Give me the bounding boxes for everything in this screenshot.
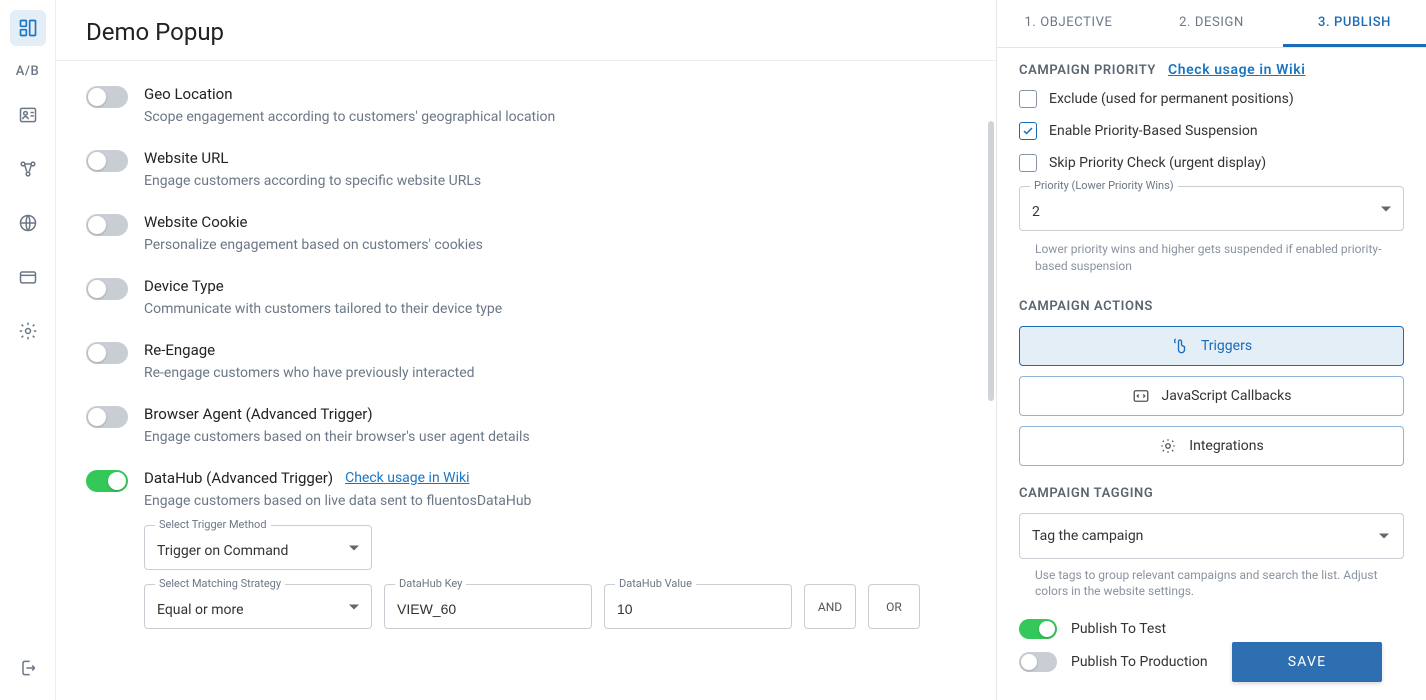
trigger-label: Website Cookie	[144, 213, 966, 231]
checkbox-icon	[1019, 154, 1037, 172]
save-button[interactable]: SAVE	[1232, 642, 1382, 682]
user-card-icon[interactable]	[10, 97, 46, 133]
trigger-label: DataHub (Advanced Trigger)Check usage in…	[144, 469, 966, 487]
publish-prod-toggle[interactable]	[1019, 652, 1057, 672]
trigger-row: Geo Location Scope engagement according t…	[86, 61, 966, 125]
tap-icon	[1171, 337, 1189, 355]
gear-icon	[1159, 437, 1177, 455]
trigger-row: Re-Engage Re-engage customers who have pr…	[86, 317, 966, 381]
datahub-key-input[interactable]: DataHub Key	[384, 584, 592, 629]
globe-icon[interactable]	[10, 205, 46, 241]
trigger-toggle[interactable]	[86, 150, 128, 172]
trigger-desc: Personalize engagement based on customer…	[144, 237, 966, 253]
chevron-down-icon	[349, 545, 359, 550]
automation-icon[interactable]	[10, 151, 46, 187]
tagging-heading: CAMPAIGN TAGGING	[1019, 486, 1404, 501]
trigger-toggle[interactable]	[86, 342, 128, 364]
chevron-down-icon	[349, 604, 359, 609]
tab-design[interactable]: 2. DESIGN	[1140, 0, 1283, 47]
stepper-tabs: 1. OBJECTIVE 2. DESIGN 3. PUBLISH	[997, 0, 1426, 48]
trigger-row: Website URL Engage customers according to…	[86, 125, 966, 189]
trigger-toggle[interactable]	[86, 470, 128, 492]
tab-objective[interactable]: 1. OBJECTIVE	[997, 0, 1140, 47]
main-panel: Demo Popup Geo Location Scope engagement …	[56, 0, 997, 700]
matching-strategy-select[interactable]: Select Matching Strategy Equal or more	[144, 584, 372, 629]
code-icon	[1132, 387, 1150, 405]
trigger-desc: Re-engage customers who have previously …	[144, 365, 966, 381]
chevron-down-icon	[1381, 206, 1391, 211]
js-callbacks-button[interactable]: JavaScript Callbacks	[1019, 376, 1404, 416]
left-sidebar: A/B	[0, 0, 56, 700]
trigger-row: Browser Agent (Advanced Trigger) Engage c…	[86, 381, 966, 445]
triggers-button[interactable]: Triggers	[1019, 326, 1404, 366]
trigger-label: Device Type	[144, 277, 966, 295]
trigger-desc: Communicate with customers tailored to t…	[144, 301, 966, 317]
trigger-desc: Engage customers based on their browser'…	[144, 429, 966, 445]
datahub-value-input[interactable]: DataHub Value	[604, 584, 792, 629]
and-button[interactable]: AND	[804, 584, 856, 629]
trigger-toggle[interactable]	[86, 278, 128, 300]
integrations-button[interactable]: Integrations	[1019, 426, 1404, 466]
priority-wiki-link[interactable]: Check usage in Wiki	[1168, 62, 1305, 78]
tagging-hint: Use tags to group relevant campaigns and…	[1035, 567, 1404, 601]
tag-select[interactable]: Tag the campaign	[1019, 513, 1404, 559]
trigger-label: Re-Engage	[144, 341, 966, 359]
wiki-link[interactable]: Check usage in Wiki	[345, 470, 469, 486]
settings-icon[interactable]	[10, 313, 46, 349]
chevron-down-icon	[1379, 533, 1389, 538]
publish-test-row: Publish To Test	[1019, 618, 1404, 639]
actions-heading: CAMPAIGN ACTIONS	[1019, 299, 1404, 314]
trigger-row: Device Type Communicate with customers ta…	[86, 253, 966, 317]
trigger-toggle[interactable]	[86, 86, 128, 108]
right-panel: 1. OBJECTIVE 2. DESIGN 3. PUBLISH CAMPAI…	[997, 0, 1426, 700]
trigger-desc: Engage customers based on live data sent…	[144, 493, 966, 509]
billing-icon[interactable]	[10, 259, 46, 295]
trigger-label: Browser Agent (Advanced Trigger)	[144, 405, 966, 423]
exclude-checkbox[interactable]: Exclude (used for permanent positions)	[1019, 90, 1404, 108]
skip-priority-checkbox[interactable]: Skip Priority Check (urgent display)	[1019, 154, 1404, 172]
triggers-scroll[interactable]: Geo Location Scope engagement according t…	[56, 61, 996, 700]
publish-test-toggle[interactable]	[1019, 619, 1057, 639]
datahub-config: Select Trigger Method Trigger on Command…	[86, 525, 966, 629]
priority-hint: Lower priority wins and higher gets susp…	[1035, 241, 1404, 275]
priority-heading: CAMPAIGN PRIORITY Check usage in Wiki	[1019, 62, 1404, 78]
logout-icon[interactable]	[10, 650, 46, 686]
priority-select[interactable]: Priority (Lower Priority Wins) 2	[1019, 186, 1404, 231]
dashboard-icon[interactable]	[10, 10, 46, 46]
enable-suspension-checkbox[interactable]: Enable Priority-Based Suspension	[1019, 122, 1404, 140]
tab-publish[interactable]: 3. PUBLISH	[1283, 0, 1426, 47]
or-button[interactable]: OR	[868, 584, 920, 629]
trigger-row: Website Cookie Personalize engagement bas…	[86, 189, 966, 253]
trigger-label: Geo Location	[144, 85, 966, 103]
trigger-toggle[interactable]	[86, 214, 128, 236]
trigger-desc: Scope engagement according to customers'…	[144, 109, 966, 125]
checkbox-icon	[1019, 90, 1037, 108]
trigger-toggle[interactable]	[86, 406, 128, 428]
checkbox-checked-icon	[1019, 122, 1037, 140]
trigger-desc: Engage customers according to specific w…	[144, 173, 966, 189]
trigger-label: Website URL	[144, 149, 966, 167]
trigger-row: DataHub (Advanced Trigger)Check usage in…	[86, 445, 966, 509]
trigger-method-select[interactable]: Select Trigger Method Trigger on Command	[144, 525, 372, 570]
page-title: Demo Popup	[56, 0, 996, 60]
ab-test-icon[interactable]: A/B	[16, 64, 39, 79]
scrollbar-thumb[interactable]	[988, 121, 994, 401]
